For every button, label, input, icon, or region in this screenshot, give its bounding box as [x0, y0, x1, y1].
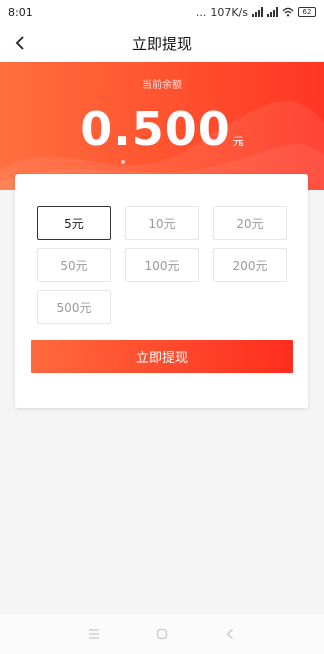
system-back-button[interactable] [220, 624, 240, 644]
amount-option-50[interactable]: 50元 [37, 248, 111, 282]
battery-icon: 62 [298, 7, 316, 17]
status-bar: 8:01 ... 107K/s 62 [0, 0, 324, 24]
signal-icon-2 [267, 7, 278, 17]
balance-banner: 当前余额 0.500 元 [0, 62, 324, 190]
menu-icon [89, 629, 99, 639]
wifi-icon [282, 7, 294, 17]
page-title: 立即提现 [131, 34, 192, 53]
signal-icon [252, 7, 263, 17]
back-button[interactable] [8, 31, 32, 55]
home-button[interactable] [152, 624, 172, 644]
chevron-left-icon [15, 36, 24, 50]
amount-option-5[interactable]: 5元 [37, 206, 111, 240]
navbar: 立即提现 [0, 24, 324, 62]
back-triangle-icon [226, 629, 233, 639]
amount-option-100[interactable]: 100元 [125, 248, 199, 282]
status-time: 8:01 [8, 5, 33, 19]
balance-label: 当前余额 [142, 80, 182, 91]
system-nav-bar [0, 614, 324, 654]
balance-value: 0.500 [80, 102, 231, 156]
withdraw-button[interactable]: 立即提现 [31, 340, 293, 373]
amount-option-200[interactable]: 200元 [213, 248, 287, 282]
balance-amount: 0.500 元 [0, 102, 324, 156]
amount-option-500[interactable]: 500元 [37, 290, 111, 324]
menu-button[interactable] [84, 624, 104, 644]
home-circle-icon [156, 628, 168, 640]
network-speed: 107K/s [210, 5, 248, 19]
amount-option-20[interactable]: 20元 [213, 206, 287, 240]
withdraw-card: 5元 10元 20元 50元 100元 200元 500元 立即提现 [15, 174, 308, 408]
status-dots: ... [195, 5, 207, 19]
amount-option-10[interactable]: 10元 [125, 206, 199, 240]
status-right: ... 107K/s 62 [196, 6, 316, 19]
balance-unit: 元 [232, 135, 244, 148]
